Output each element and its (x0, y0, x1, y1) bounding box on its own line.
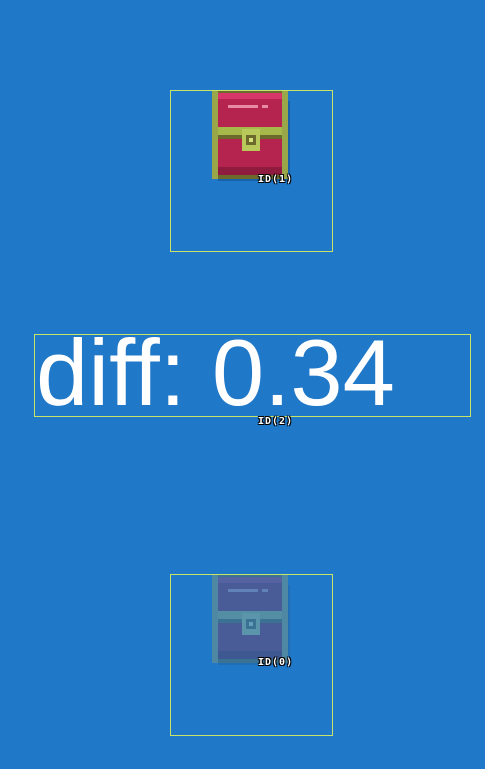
treasure-chest-icon[interactable] (210, 575, 290, 665)
treasure-chest-icon[interactable] (210, 91, 290, 181)
diff-score-text: diff: 0.34 (36, 326, 395, 420)
object-id-label: ID(0) (258, 657, 294, 668)
object-id-label: ID(1) (258, 174, 294, 185)
object-id-label: ID(2) (258, 416, 294, 427)
game-canvas: ID(1) diff: 0.34 ID(2) ID(0) (0, 0, 485, 769)
